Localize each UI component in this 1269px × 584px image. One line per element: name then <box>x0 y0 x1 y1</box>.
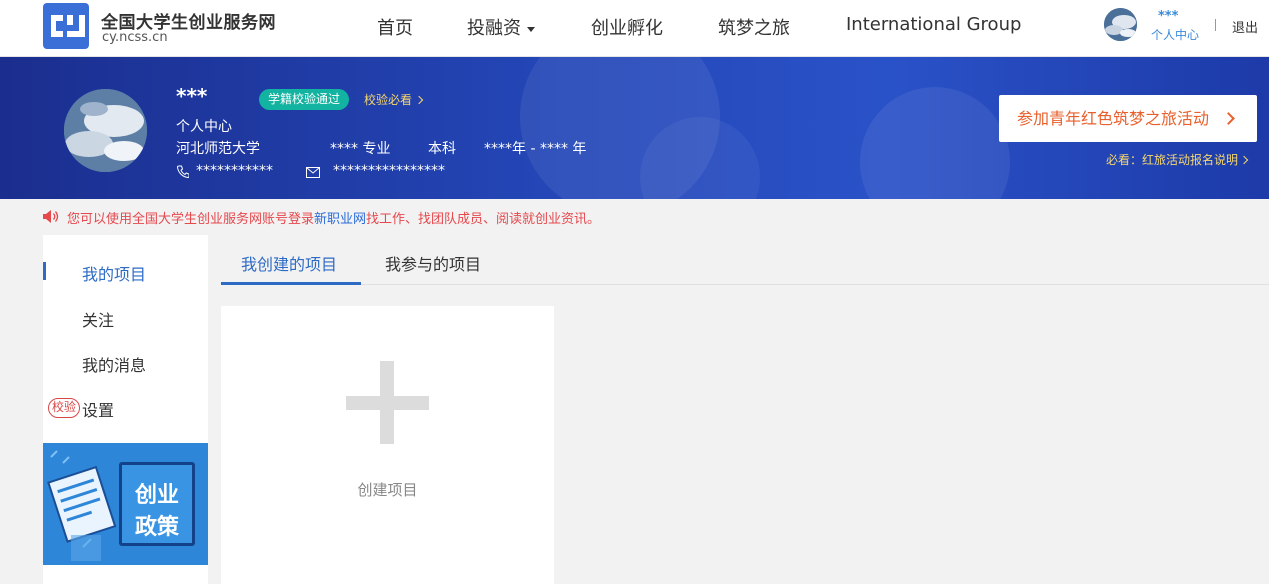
notice-bar: 您可以使用全国大学生创业服务网账号登录新职业网找工作、找团队成员、阅读就创业资讯… <box>67 208 600 227</box>
profile-banner: *** 学籍校验通过 校验必看 个人中心 河北师范大学 **** 专业 本科 *… <box>0 57 1269 199</box>
nav-home[interactable]: 首页 <box>377 14 413 40</box>
sidebar-item-settings[interactable]: 设置 <box>82 397 114 421</box>
policy-line-2: 政策 <box>134 515 179 540</box>
user-avatar-small[interactable] <box>1104 8 1137 41</box>
notice-text: 您可以使用全国大学生创业服务网账号登录 <box>67 212 315 227</box>
caret-down-icon <box>527 26 535 32</box>
create-project-card[interactable]: 创建项目 <box>221 306 554 584</box>
top-navigation: 全国大学生创业服务网 cy.ncss.cn 首页 投融资 创业孵化 筑梦之旅 I… <box>0 0 1269 57</box>
phone-icon <box>177 165 189 178</box>
red-journey-guide-link[interactable]: 必看：红旅活动报名说明 <box>1106 151 1249 168</box>
sidebar-item-messages[interactable]: 我的消息 <box>82 352 146 376</box>
chevron-right-icon <box>1239 155 1249 165</box>
banner-decoration <box>860 87 1010 199</box>
verify-tag: 校验 <box>48 398 80 418</box>
user-center-link[interactable]: 个人中心 <box>1151 26 1199 43</box>
red-journey-guide-label: 必看：红旅活动报名说明 <box>1106 153 1239 167</box>
profile-email: **************** <box>333 163 445 179</box>
active-indicator <box>43 262 46 280</box>
notice-text-end: 找工作、找团队成员、阅读就创业资讯。 <box>366 212 601 227</box>
cy-logo-icon[interactable] <box>43 3 89 49</box>
header-divider <box>1215 19 1216 31</box>
profile-school: 河北师范大学 <box>176 141 260 157</box>
plus-icon-vertical <box>380 361 394 444</box>
nav-investment[interactable]: 投融资 <box>467 14 535 40</box>
profile-phone: *********** <box>196 163 273 179</box>
create-project-label: 创建项目 <box>357 481 418 499</box>
sidebar: 我的项目 关注 我的消息 校验 设置 创业 政策 <box>43 235 208 584</box>
email-icon <box>306 167 320 178</box>
chevron-right-icon <box>1222 112 1235 125</box>
user-name-small[interactable]: *** <box>1158 9 1178 24</box>
nav-investment-label: 投融资 <box>467 18 521 39</box>
profile-degree: 本科 <box>428 141 456 157</box>
site-url: cy.ncss.cn <box>102 30 168 45</box>
sidebar-item-follow[interactable]: 关注 <box>82 307 114 331</box>
verify-guide-label: 校验必看 <box>364 93 413 107</box>
logout-link[interactable]: 退出 <box>1232 17 1258 36</box>
chevron-right-icon <box>414 95 424 105</box>
policy-line-1: 创业 <box>134 483 179 508</box>
profile-name: *** <box>176 84 208 108</box>
sidebar-item-my-projects[interactable]: 我的项目 <box>82 261 146 285</box>
speaker-icon <box>43 210 59 223</box>
nav-international-group[interactable]: International Group <box>846 14 1021 35</box>
new-career-link[interactable]: 新职业网 <box>314 212 366 227</box>
tab-created-projects[interactable]: 我创建的项目 <box>241 251 337 275</box>
profile-major: **** 专业 <box>330 141 391 157</box>
status-badge: 学籍校验通过 <box>259 89 350 110</box>
join-red-journey-label: 参加青年红色筑梦之旅活动 <box>1017 109 1210 128</box>
nav-dream-journey[interactable]: 筑梦之旅 <box>718 14 790 40</box>
verify-guide-link[interactable]: 校验必看 <box>364 91 424 108</box>
tab-joined-projects[interactable]: 我参与的项目 <box>385 251 481 275</box>
project-tabs: 我创建的项目 我参与的项目 <box>221 238 1269 285</box>
tab-active-underline <box>221 282 361 285</box>
profile-center-label: 个人中心 <box>176 119 232 135</box>
nav-incubation[interactable]: 创业孵化 <box>591 14 663 40</box>
policy-label-box: 创业 政策 <box>119 462 195 546</box>
startup-policy-banner[interactable]: 创业 政策 <box>43 443 208 565</box>
join-red-journey-button[interactable]: 参加青年红色筑梦之旅活动 <box>999 95 1257 142</box>
user-avatar-large[interactable] <box>64 89 147 172</box>
profile-years: ****年 - **** 年 <box>484 141 587 157</box>
